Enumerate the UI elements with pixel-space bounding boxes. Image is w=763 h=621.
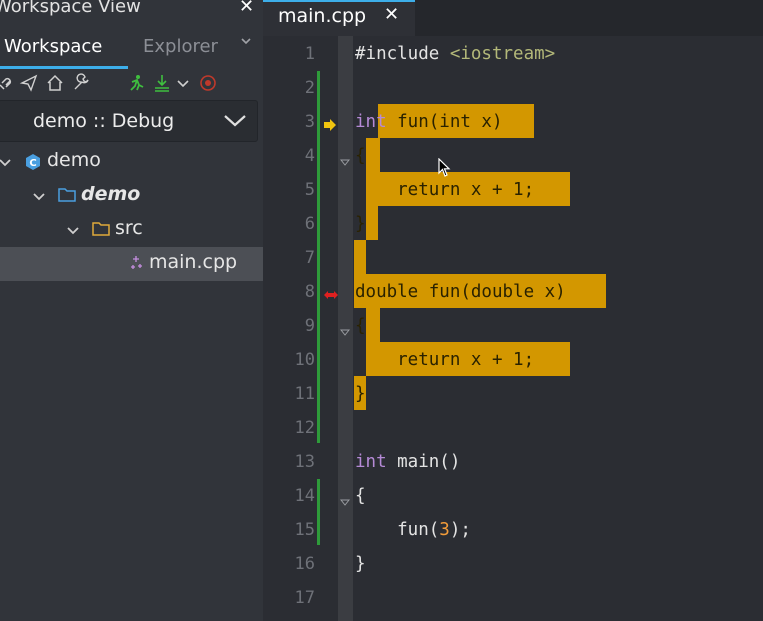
line-number: 3 xyxy=(304,112,315,132)
workspace-panel: Workspace View ✕ Workspace Explorer demo… xyxy=(0,0,263,621)
code-line: return x + 1; xyxy=(355,180,535,200)
fold-toggle-icon[interactable] xyxy=(339,492,351,506)
dropdown-chevron-icon xyxy=(223,113,247,133)
wrench-icon[interactable] xyxy=(71,73,91,93)
line-number: 15 xyxy=(294,520,315,540)
code-line: fun(3); xyxy=(355,520,471,540)
current-execution-arrow-icon[interactable] xyxy=(323,116,337,135)
build-config-dropdown[interactable]: demo :: Debug xyxy=(0,100,258,142)
svg-text:C: C xyxy=(29,158,36,169)
line-number: 1 xyxy=(304,44,315,64)
workspace-tab-bar: Workspace Explorer xyxy=(0,30,263,70)
run-icon[interactable] xyxy=(126,73,146,93)
code-line: return x + 1; xyxy=(355,350,535,370)
code-line: } xyxy=(355,384,366,404)
tree-item-label: src xyxy=(115,217,143,239)
modified-lines-bar xyxy=(317,479,320,545)
chevron-down-icon[interactable] xyxy=(0,155,12,174)
line-number: 7 xyxy=(304,248,315,268)
tree-item-file-main-cpp[interactable]: main.cpp xyxy=(0,247,263,281)
line-number: 12 xyxy=(294,418,315,438)
tree-item-label: demo xyxy=(47,149,101,171)
active-tab-indicator xyxy=(0,66,128,69)
chevron-down-icon[interactable] xyxy=(176,73,196,93)
folder-icon xyxy=(92,221,110,241)
tree-item-label: demo xyxy=(81,183,141,205)
fold-toggle-icon[interactable] xyxy=(339,322,351,336)
code-line: int fun(int x) xyxy=(355,112,503,132)
tab-explorer[interactable]: Explorer xyxy=(143,36,218,57)
code-line: } xyxy=(355,214,366,234)
line-number: 14 xyxy=(294,486,315,506)
code-line: } xyxy=(355,554,366,574)
line-number: 10 xyxy=(294,350,315,370)
tree-item-project-demo[interactable]: C demo xyxy=(0,145,263,179)
tree-item-folder-src[interactable]: src xyxy=(0,213,263,247)
workspace-title: Workspace View xyxy=(0,0,141,17)
mouse-cursor-icon xyxy=(438,157,452,182)
tab-overflow-chevron-icon[interactable] xyxy=(240,35,252,51)
line-number: 17 xyxy=(294,588,315,608)
tree-item-folder-demo[interactable]: demo xyxy=(0,179,263,213)
line-number: 16 xyxy=(294,554,315,574)
close-icon[interactable]: ✕ xyxy=(384,4,399,25)
line-number: 13 xyxy=(294,452,315,472)
build-config-label: demo :: Debug xyxy=(33,110,175,132)
editor-tab-label: main.cpp xyxy=(278,5,367,27)
code-line: { xyxy=(355,486,366,506)
code-line: double fun(double x) xyxy=(355,282,566,302)
tree-item-label: main.cpp xyxy=(149,251,238,273)
line-number: 4 xyxy=(304,146,315,166)
home-icon[interactable] xyxy=(45,73,65,93)
send-icon[interactable] xyxy=(19,73,39,93)
line-number: 6 xyxy=(304,214,315,234)
tab-workspace[interactable]: Workspace xyxy=(4,36,102,57)
project-icon: C xyxy=(24,153,42,175)
line-number: 5 xyxy=(304,180,315,200)
line-number: 8 xyxy=(304,282,315,302)
modified-lines-bar xyxy=(317,71,320,443)
code-line: int main() xyxy=(355,452,461,472)
editor-tab-main-cpp[interactable]: main.cpp ✕ xyxy=(263,0,415,36)
chevron-down-icon[interactable] xyxy=(66,223,80,242)
code-line: { xyxy=(355,146,366,166)
file-icon xyxy=(128,255,144,275)
chevron-down-icon[interactable] xyxy=(32,189,46,208)
line-number: 11 xyxy=(294,384,315,404)
line-number: 9 xyxy=(304,316,315,336)
fold-toggle-icon[interactable] xyxy=(339,152,351,166)
build-icon[interactable] xyxy=(152,73,172,93)
workspace-close-icon[interactable]: ✕ xyxy=(239,0,254,17)
editor-tab-bar: main.cpp ✕ xyxy=(263,0,763,36)
code-line: { xyxy=(355,316,366,336)
stop-icon[interactable] xyxy=(198,73,218,93)
line-number: 2 xyxy=(304,78,315,98)
link-icon[interactable] xyxy=(0,73,16,93)
folder-icon xyxy=(58,187,76,207)
code-line: #include <iostream> xyxy=(355,44,556,64)
workspace-toolbar xyxy=(0,70,263,98)
breakpoint-icon[interactable] xyxy=(324,286,338,305)
